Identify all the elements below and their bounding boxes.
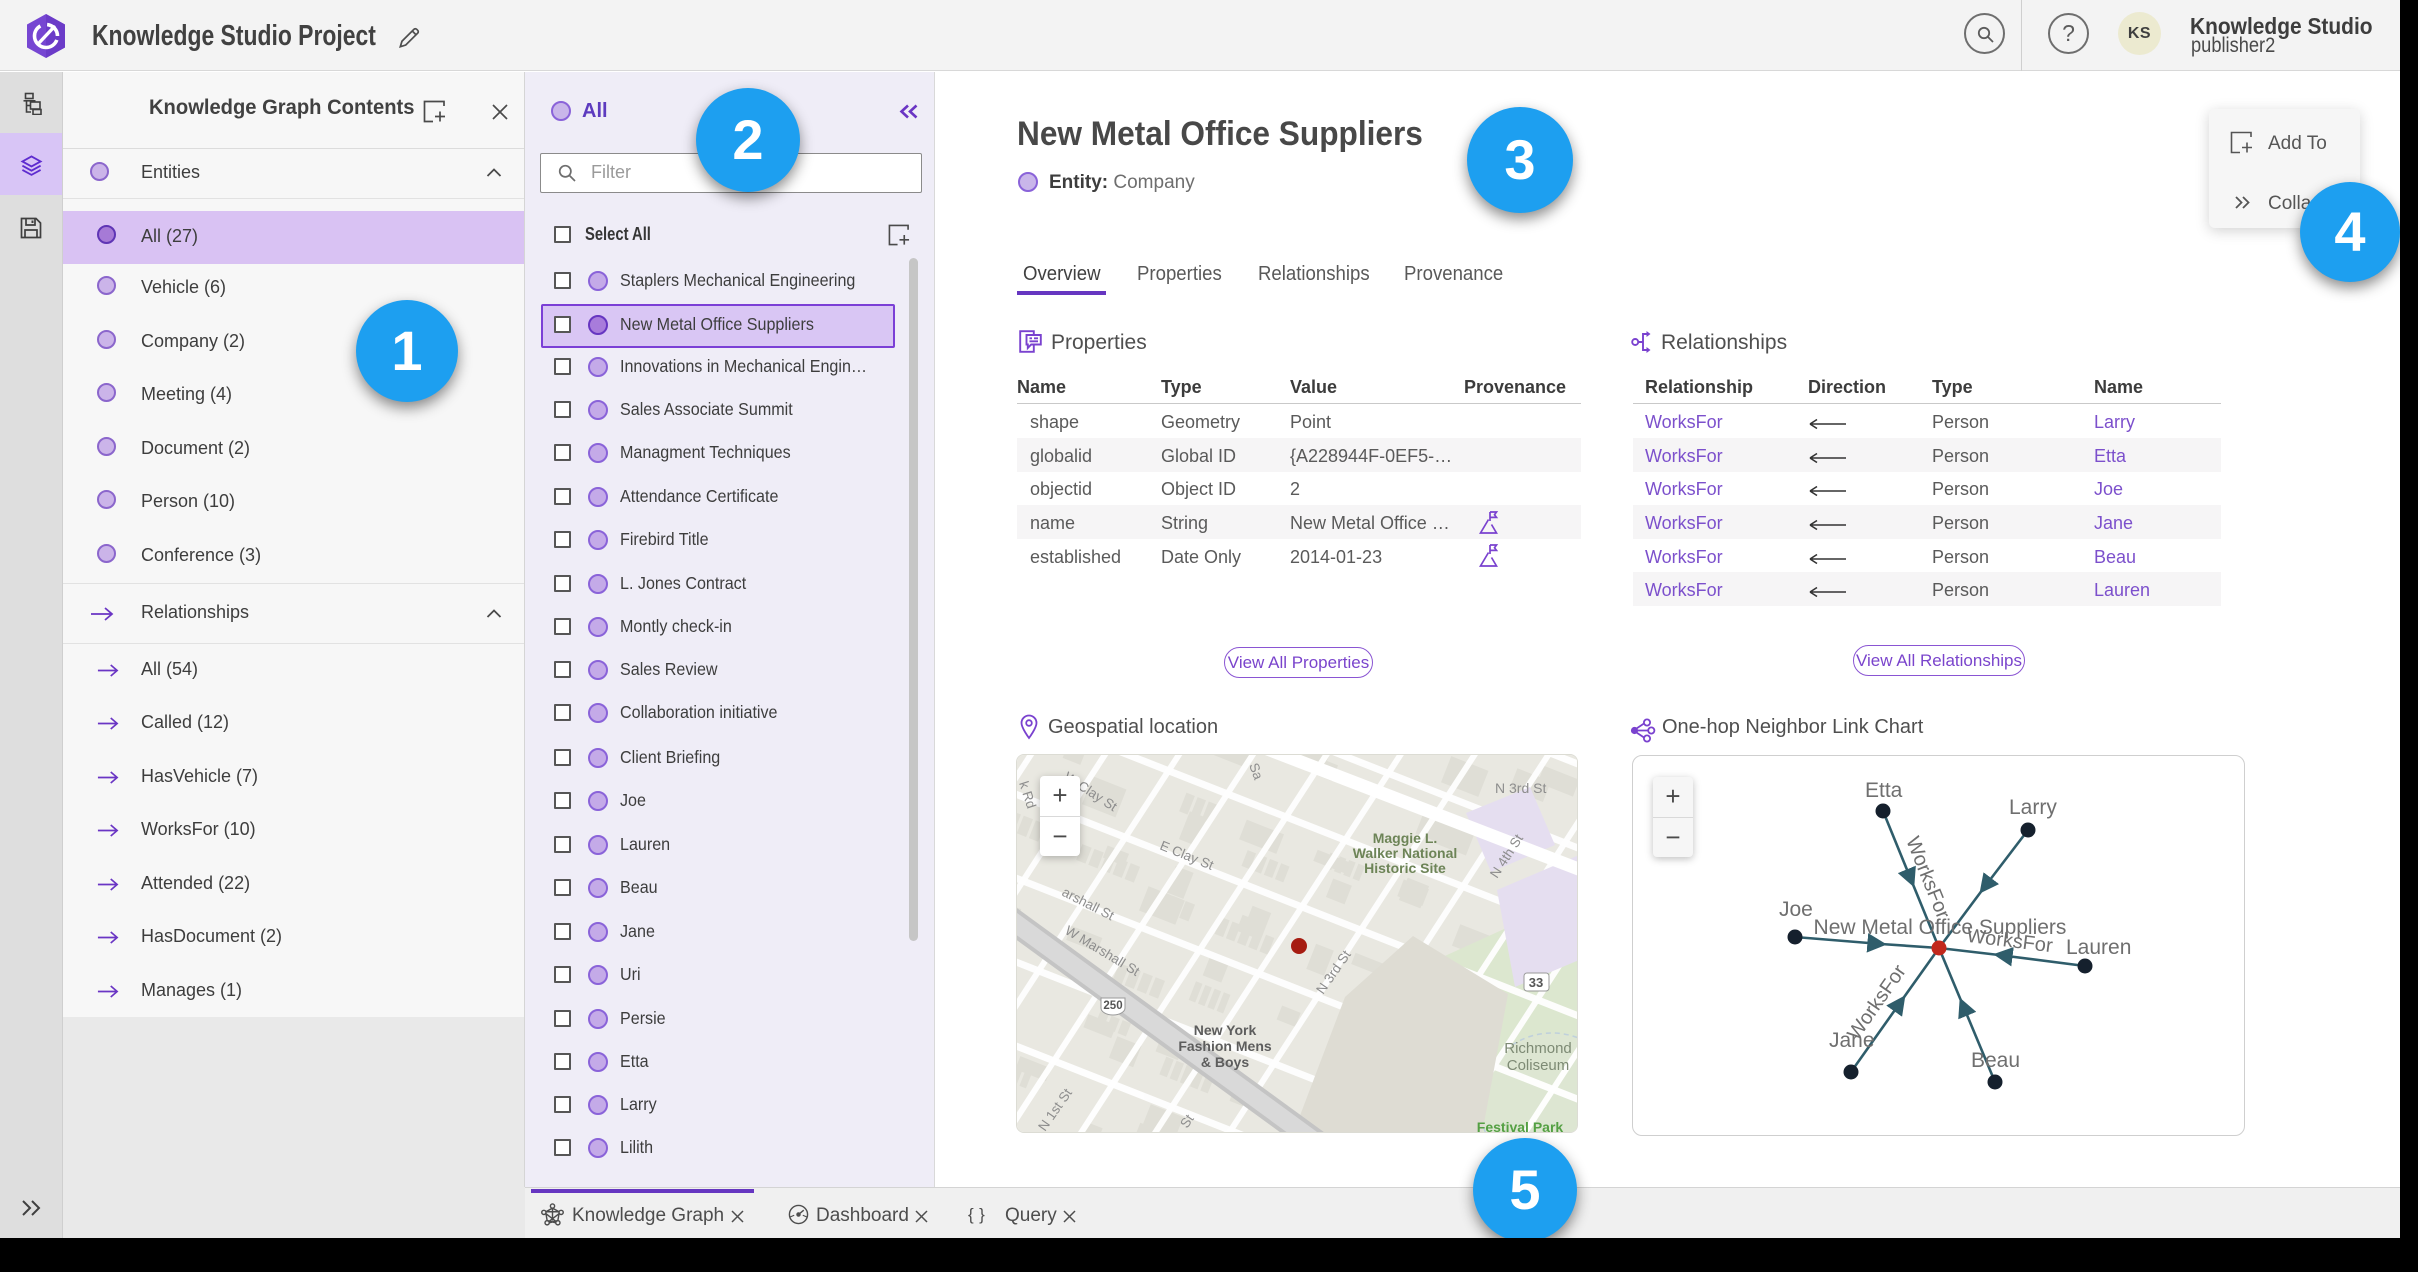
svg-text:Coliseum: Coliseum xyxy=(1507,1057,1570,1074)
svg-text:New York: New York xyxy=(1194,1022,1257,1038)
svg-text:Fashion Mens: Fashion Mens xyxy=(1178,1038,1272,1054)
svg-text:Historic Site: Historic Site xyxy=(1364,860,1446,876)
svg-text:Richmond: Richmond xyxy=(1504,1040,1572,1057)
svg-text:Maggie L.: Maggie L. xyxy=(1373,830,1438,846)
svg-text:Joe: Joe xyxy=(1779,898,1813,921)
svg-text:Walker National: Walker National xyxy=(1353,845,1458,861)
svg-text:Lauren: Lauren xyxy=(2066,936,2131,959)
svg-text:33: 33 xyxy=(1529,975,1543,990)
svg-text:N 3rd St: N 3rd St xyxy=(1495,780,1546,796)
svg-text:Etta: Etta xyxy=(1865,779,1903,802)
svg-text:250: 250 xyxy=(1103,1000,1122,1012)
svg-text:& Boys: & Boys xyxy=(1201,1054,1249,1070)
svg-text:Beau: Beau xyxy=(1971,1049,2020,1072)
svg-text:Festival Park: Festival Park xyxy=(1477,1119,1564,1133)
svg-text:Larry: Larry xyxy=(2009,796,2057,819)
